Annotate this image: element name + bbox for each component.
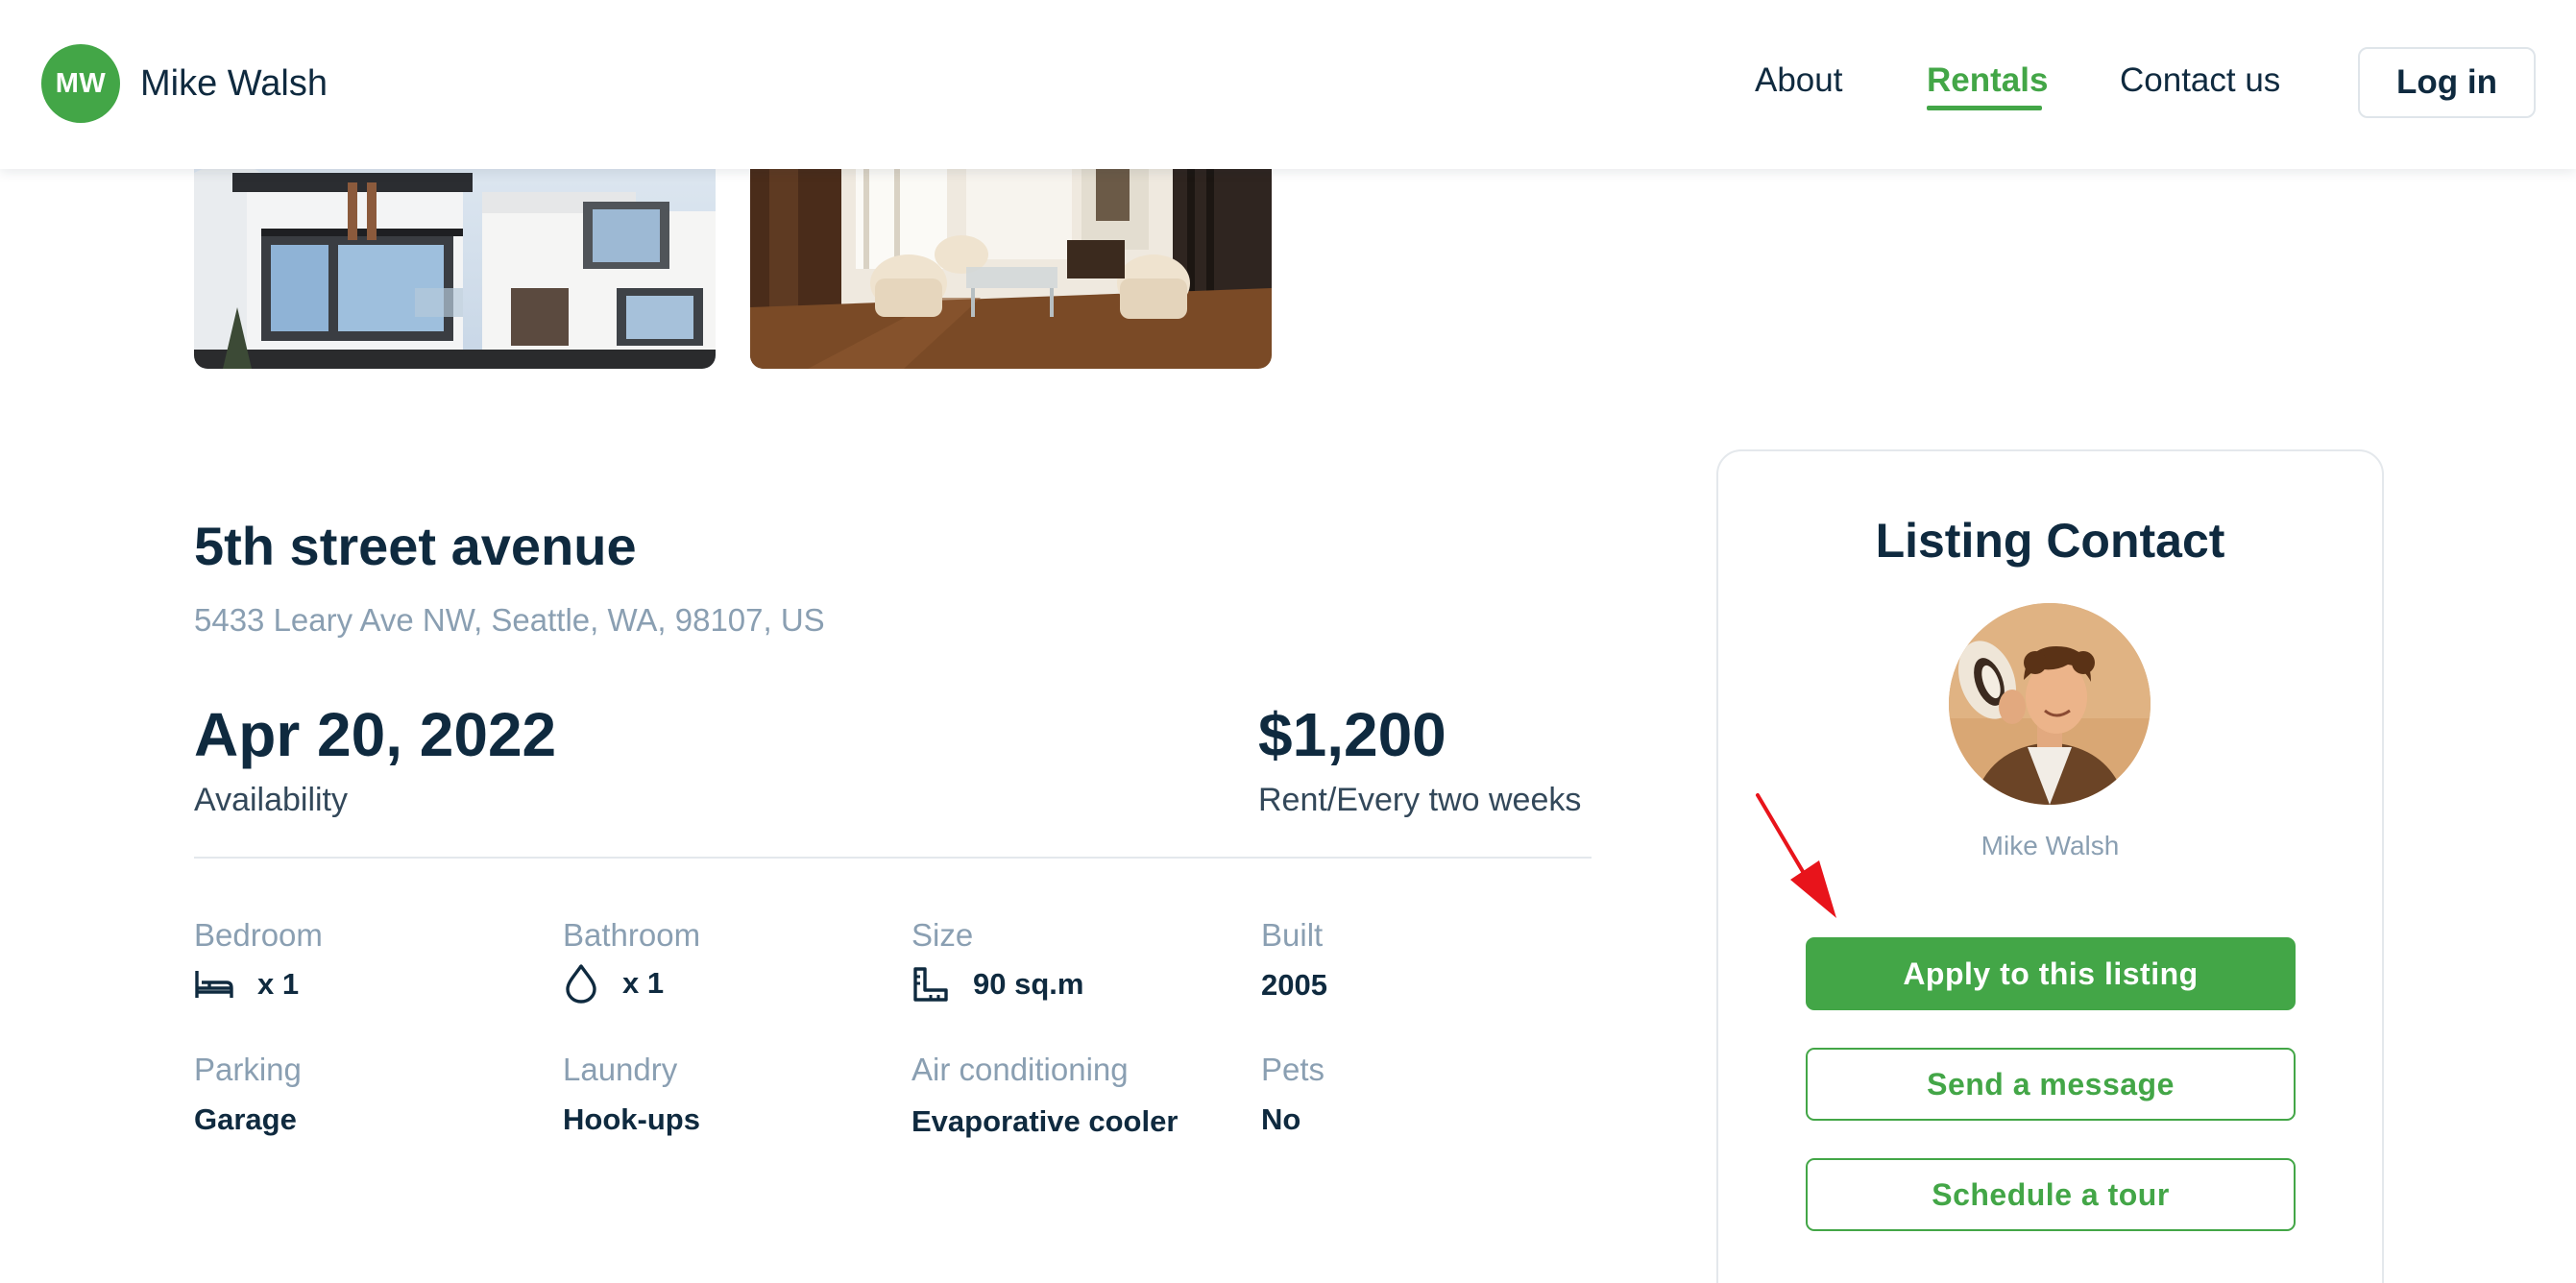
brand-logo[interactable]: MW Mike Walsh bbox=[41, 44, 328, 123]
spec-label-size: Size bbox=[911, 917, 974, 953]
send-message-button[interactable]: Send a message bbox=[1806, 1048, 2296, 1121]
spec-value-parking: Garage bbox=[194, 1102, 297, 1136]
spec-value-pets: No bbox=[1261, 1102, 1301, 1136]
availability-date: Apr 20, 2022 bbox=[194, 700, 557, 769]
spec-value-laundry: Hook-ups bbox=[563, 1102, 700, 1136]
spec-value-built: 2005 bbox=[1261, 968, 1327, 1002]
ruler-icon bbox=[913, 967, 948, 1002]
bed-icon bbox=[195, 971, 233, 998]
spec-label-air-conditioning: Air conditioning bbox=[911, 1052, 1129, 1087]
brand-avatar: MW bbox=[41, 44, 120, 123]
spec-value-size: 90 sq.m bbox=[911, 965, 1083, 1004]
bedroom-count: x 1 bbox=[257, 967, 300, 1001]
property-interior-photo[interactable] bbox=[750, 144, 1272, 369]
rent-price: $1,200 bbox=[1258, 700, 1446, 769]
spec-value-air-conditioning: Evaporative cooler bbox=[911, 1104, 1179, 1138]
property-exterior-photo[interactable] bbox=[194, 144, 716, 369]
nav-link-rentals[interactable]: Rentals bbox=[1927, 61, 2048, 100]
spec-value-bedroom: x 1 bbox=[194, 967, 299, 1002]
availability-caption: Availability bbox=[194, 782, 349, 818]
rent-caption: Rent/Every two weeks bbox=[1258, 782, 1582, 818]
spec-value-bathroom: x 1 bbox=[563, 963, 664, 1004]
login-button[interactable]: Log in bbox=[2358, 47, 2536, 118]
contact-card-title: Listing Contact bbox=[1875, 514, 2225, 568]
contact-avatar bbox=[1949, 603, 2151, 805]
bathroom-count: x 1 bbox=[622, 966, 665, 1000]
spec-label-built: Built bbox=[1261, 917, 1324, 953]
schedule-tour-button[interactable]: Schedule a tour bbox=[1806, 1158, 2296, 1231]
spec-label-bathroom: Bathroom bbox=[563, 917, 701, 953]
listing-address: 5433 Leary Ave NW, Seattle, WA, 98107, U… bbox=[194, 602, 825, 638]
page: MW Mike Walsh About Rentals Contact us L… bbox=[0, 0, 2576, 1283]
top-navigation-bar: MW Mike Walsh About Rentals Contact us L… bbox=[0, 0, 2576, 169]
nav-link-about[interactable]: About bbox=[1755, 61, 1842, 100]
listing-title: 5th street avenue bbox=[194, 516, 637, 576]
brand-name: Mike Walsh bbox=[140, 62, 328, 104]
spec-label-pets: Pets bbox=[1261, 1052, 1325, 1087]
size-value: 90 sq.m bbox=[973, 967, 1084, 1001]
apply-to-listing-button[interactable]: Apply to this listing bbox=[1806, 937, 2296, 1010]
active-nav-indicator bbox=[1927, 106, 2042, 110]
spec-label-laundry: Laundry bbox=[563, 1052, 678, 1087]
details-divider bbox=[194, 857, 1592, 859]
spec-label-parking: Parking bbox=[194, 1052, 302, 1087]
red-pointer-arrow-icon bbox=[1756, 793, 1836, 918]
water-drop-icon bbox=[566, 964, 596, 1004]
spec-label-bedroom: Bedroom bbox=[194, 917, 323, 953]
nav-link-contact-us[interactable]: Contact us bbox=[2120, 61, 2280, 100]
